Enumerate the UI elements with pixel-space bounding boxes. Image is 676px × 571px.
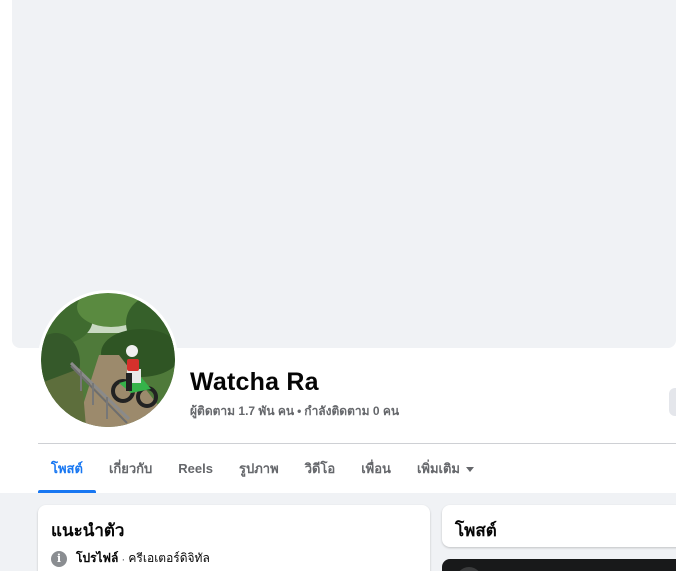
- profile-action-button[interactable]: [669, 388, 676, 416]
- tab-videos[interactable]: วิดีโอ: [292, 444, 349, 492]
- following-count[interactable]: กำลังติดตาม 0 คน: [304, 404, 399, 418]
- profile-name: Watcha Ra: [190, 368, 319, 396]
- profile-page: Watcha Ra ผู้ติดตาม 1.7 พัน คน • กำลังติดต…: [0, 0, 676, 571]
- intro-card: แนะนำตัว i โปรไฟล์ · ครีเอเตอร์ดิจิทัล: [38, 505, 430, 571]
- intro-dot: ·: [121, 551, 126, 566]
- post-preview[interactable]: [442, 559, 676, 571]
- profile-header: Watcha Ra ผู้ติดตาม 1.7 พัน คน • กำลังติดต…: [0, 0, 676, 493]
- tab-more-label: เพิ่มเติม: [416, 460, 460, 476]
- intro-profile-row: i โปรไฟล์ · ครีเอเตอร์ดิจิทัล: [51, 549, 210, 568]
- tab-about[interactable]: เกี่ยวกับ: [96, 444, 165, 492]
- caret-down-icon: [466, 466, 474, 472]
- tab-posts[interactable]: โพสต์: [38, 444, 96, 493]
- posts-card: โพสต์: [442, 505, 676, 547]
- profile-tabs: โพสต์ เกี่ยวกับ Reels รูปภาพ วิดีโอ เพื่…: [38, 444, 487, 493]
- tab-friends[interactable]: เพื่อน: [348, 444, 404, 492]
- followers-count[interactable]: ผู้ติดตาม 1.7 พัน คน: [190, 404, 294, 418]
- profile-avatar[interactable]: [38, 290, 178, 430]
- tab-more[interactable]: เพิ่มเติม: [404, 444, 487, 492]
- intro-category[interactable]: ครีเอเตอร์ดิจิทัล: [128, 549, 209, 568]
- info-icon: i: [51, 550, 67, 567]
- tab-photos[interactable]: รูปภาพ: [226, 444, 292, 492]
- post-avatar: [456, 567, 482, 571]
- intro-title: แนะนำตัว: [51, 521, 125, 540]
- avatar-photo-motocross: [41, 293, 175, 427]
- stats-separator: •: [297, 404, 302, 418]
- tab-reels[interactable]: Reels: [165, 444, 226, 492]
- intro-profile-label: โปรไฟล์: [76, 551, 119, 565]
- follow-stats: ผู้ติดตาม 1.7 พัน คน • กำลังติดตาม 0 คน: [190, 402, 399, 421]
- posts-title: โพสต์: [455, 521, 497, 540]
